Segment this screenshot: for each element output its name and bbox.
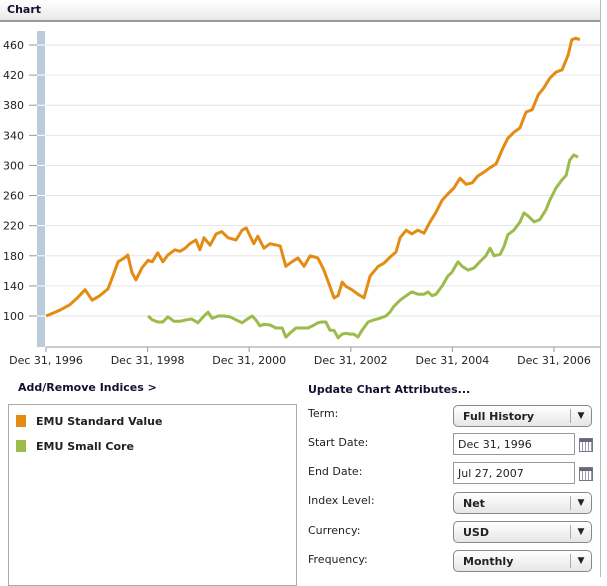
- y-tick-label: 420: [3, 69, 24, 82]
- start-date-value: Dec 31, 1996: [458, 438, 532, 451]
- start-date-input[interactable]: Dec 31, 1996: [453, 433, 575, 455]
- x-tick-label: Dec 31, 2004: [416, 354, 490, 367]
- y-tick-label: 460: [3, 39, 24, 52]
- end-date-value: Jul 27, 2007: [458, 467, 524, 480]
- chevron-down-icon: ▼: [570, 409, 591, 423]
- term-select[interactable]: Full History ▼: [453, 405, 592, 427]
- y-tick-label: 100: [3, 310, 24, 323]
- x-tick-label: Dec 31, 1996: [9, 354, 83, 367]
- y-tick-label: 260: [3, 190, 24, 203]
- calendar-icon[interactable]: [579, 467, 593, 481]
- legend-box: EMU Standard Value EMU Small Core: [8, 404, 297, 586]
- term-value: Full History: [463, 410, 535, 423]
- index-level-value: Net: [463, 497, 485, 510]
- legend-label: EMU Small Core: [36, 439, 134, 453]
- update-attributes-title: Update Chart Attributes...: [308, 383, 471, 396]
- series-line-standard-value: [45, 36, 581, 318]
- y-tick-label: 140: [3, 280, 24, 293]
- calendar-icon[interactable]: [579, 438, 593, 452]
- legend-label: EMU Standard Value: [36, 414, 163, 428]
- end-date-input[interactable]: Jul 27, 2007: [453, 462, 575, 484]
- index-level-select[interactable]: Net ▼: [453, 492, 592, 514]
- y-tick-label: 220: [3, 220, 24, 233]
- chevron-down-icon: ▼: [570, 554, 591, 568]
- y-tick-label: 380: [3, 99, 24, 112]
- frequency-select[interactable]: Monthly ▼: [453, 550, 592, 572]
- x-tick-label: Dec 31, 2006: [517, 354, 591, 367]
- legend-swatch: [16, 415, 26, 427]
- chevron-down-icon: ▼: [570, 525, 591, 539]
- chevron-down-icon: ▼: [570, 496, 591, 510]
- y-tick-label: 180: [3, 250, 24, 263]
- y-axis-bar: [37, 31, 45, 347]
- end-date-label: End Date:: [308, 465, 363, 478]
- currency-label: Currency:: [308, 524, 361, 537]
- x-tick-label: Dec 31, 2002: [314, 354, 388, 367]
- legend-item-small-core[interactable]: EMU Small Core: [16, 439, 134, 453]
- y-tick-label: 300: [3, 159, 24, 172]
- legend-item-standard-value[interactable]: EMU Standard Value: [16, 414, 162, 428]
- frequency-value: Monthly: [463, 555, 514, 568]
- currency-value: USD: [463, 526, 489, 539]
- start-date-label: Start Date:: [308, 436, 369, 449]
- currency-select[interactable]: USD ▼: [453, 521, 592, 543]
- frequency-label: Frequency:: [308, 553, 368, 566]
- y-tick-label: 340: [3, 129, 24, 142]
- x-tick-label: Dec 31, 1998: [111, 354, 185, 367]
- add-remove-indices-link[interactable]: Add/Remove Indices >: [18, 381, 157, 394]
- panel-border: [600, 0, 601, 577]
- series-line-small-core: [147, 153, 579, 340]
- legend-swatch: [16, 440, 26, 452]
- line-chart: 100 140 180 220 260 300 340 380 420 460 Dec 31, 19…: [3, 31, 600, 367]
- term-label: Term:: [308, 407, 339, 420]
- index-level-label: Index Level:: [308, 494, 375, 507]
- x-tick-label: Dec 31, 2000: [212, 354, 286, 367]
